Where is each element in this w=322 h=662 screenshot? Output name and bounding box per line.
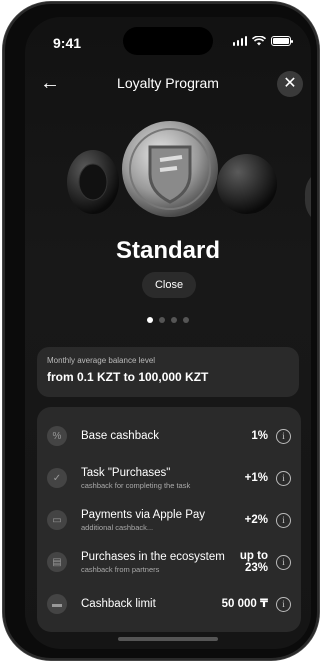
carousel-dots (25, 317, 311, 323)
cashback-value: +2% (244, 514, 268, 526)
cashback-name: Payments via Apple Pay (81, 508, 206, 521)
cashback-row-limit[interactable]: ▬ Cashback limit 50 000 ₸ i (47, 583, 291, 625)
balance-value: from 0.1 KZT to 100,000 KZT (47, 370, 209, 384)
cashback-list: % Base cashback 1% i ✓ Task "Purchases" … (37, 407, 301, 632)
wifi-icon (252, 36, 266, 46)
info-icon[interactable]: i (276, 596, 291, 612)
check-icon: ✓ (47, 468, 67, 488)
battery-icon (271, 36, 293, 46)
balance-label: Monthly average balance level (47, 356, 156, 365)
cashback-sub: cashback for completing the task (81, 480, 191, 490)
info-icon[interactable]: i (276, 554, 291, 570)
carousel-dot[interactable] (171, 317, 177, 323)
signal-icon (232, 36, 247, 46)
cashback-sub: cashback from partners (81, 564, 160, 574)
carousel-dot[interactable] (147, 317, 153, 323)
cashback-sub: additional cashback... (81, 522, 154, 532)
status-time: 9:41 (53, 35, 82, 51)
wallet-icon: ▭ (47, 510, 67, 530)
cashback-value: up to 23% (239, 550, 268, 574)
page-title: Loyalty Program (117, 75, 219, 91)
phone-frame: 9:41 ← Loyalty Program ✕ Standard Close … (3, 2, 319, 660)
nav-header: ← Loyalty Program ✕ (25, 69, 311, 99)
tier-coins-illustration (67, 121, 311, 217)
status-bar: 9:41 (25, 17, 311, 61)
app-screen: 9:41 ← Loyalty Program ✕ Standard Close … (25, 17, 311, 649)
tier-close-button[interactable]: Close (142, 272, 196, 298)
balance-level-card: Monthly average balance level from 0.1 K… (37, 347, 299, 397)
tier-name: Standard (115, 237, 220, 264)
cashback-value: 1% (251, 430, 268, 442)
dynamic-island (123, 27, 213, 55)
cashback-name: Task "Purchases" (81, 466, 171, 479)
cashback-row-base[interactable]: % Base cashback 1% i (47, 415, 291, 457)
carousel-dot[interactable] (159, 317, 165, 323)
cashback-row-applepay[interactable]: ▭ Payments via Apple Pay additional cash… (47, 499, 291, 541)
info-icon[interactable]: i (276, 428, 291, 444)
home-indicator (118, 637, 218, 641)
info-icon[interactable]: i (276, 470, 291, 486)
carousel-dot[interactable] (183, 317, 189, 323)
cashback-name: Purchases in the ecosystem (81, 550, 225, 563)
status-icons (232, 36, 293, 46)
cashback-value: +1% (244, 472, 268, 484)
cashback-row-ecosystem[interactable]: ▤ Purchases in the ecosystem cashback fr… (47, 541, 291, 583)
cashback-row-task[interactable]: ✓ Task "Purchases" cashback for completi… (47, 457, 291, 499)
card-icon: ▬ (47, 594, 67, 614)
info-icon[interactable]: i (276, 512, 291, 528)
cashback-value: 50 000 ₸ (221, 598, 268, 610)
close-icon[interactable]: ✕ (277, 71, 303, 97)
cashback-name: Cashback limit (81, 598, 156, 610)
percent-icon: % (47, 426, 67, 446)
store-icon: ▤ (47, 552, 67, 572)
cashback-name: Base cashback (81, 430, 159, 442)
